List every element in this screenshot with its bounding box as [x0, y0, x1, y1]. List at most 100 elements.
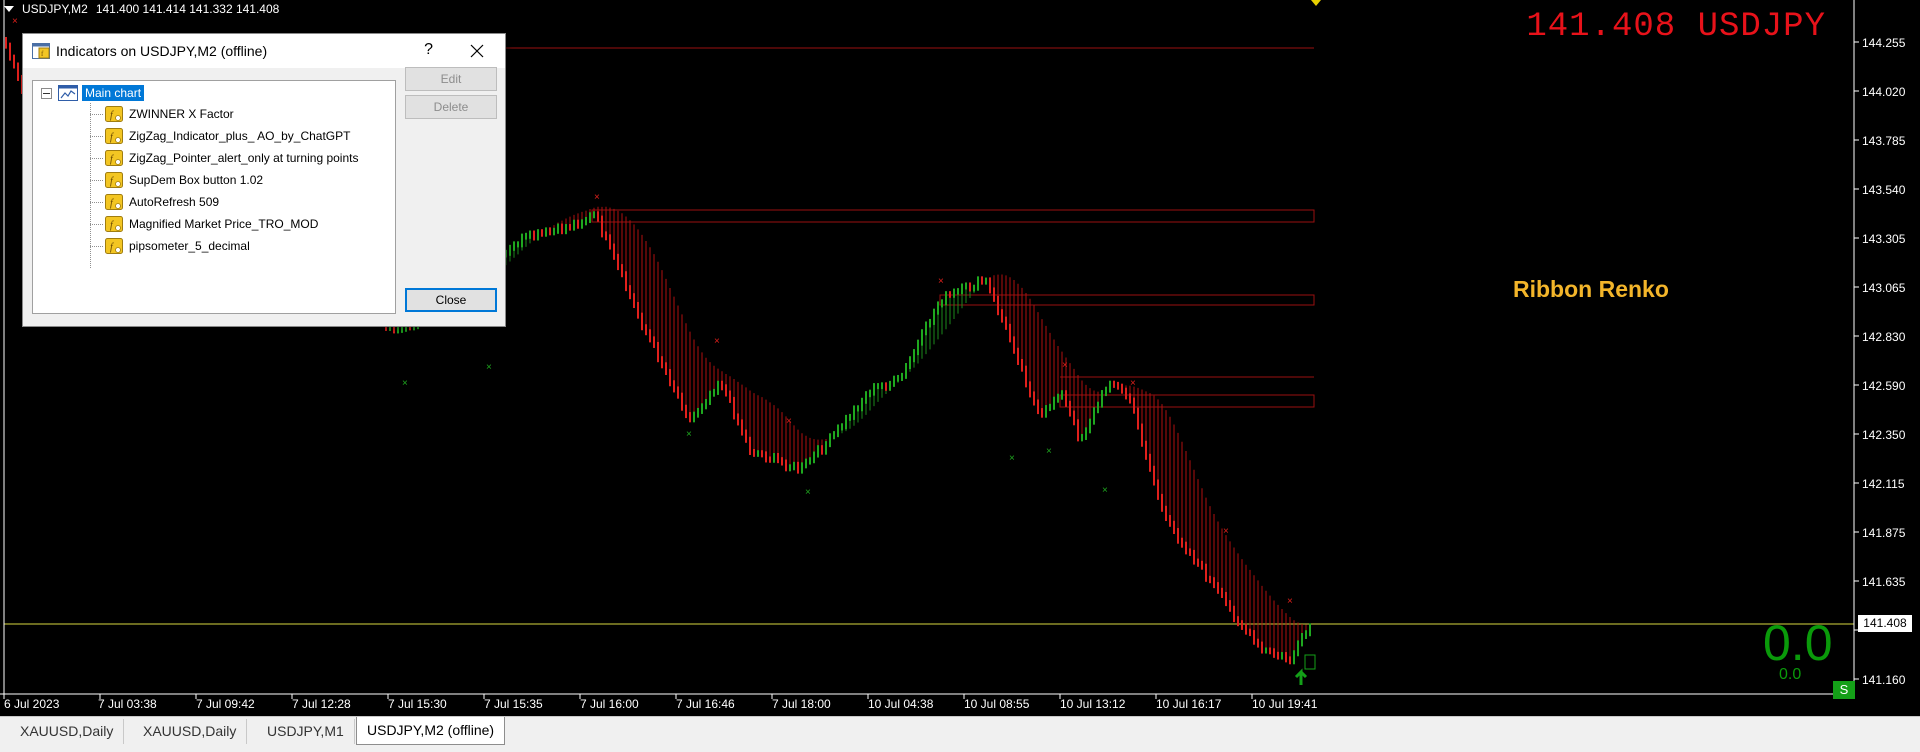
current-price-label: 141.408: [1858, 615, 1912, 632]
close-button[interactable]: Close: [405, 288, 497, 312]
sell-badge[interactable]: S: [1833, 681, 1855, 699]
indicator-item[interactable]: f AutoRefresh 509: [90, 193, 219, 211]
renko-brick: [917, 339, 919, 356]
renko-brick: [1141, 423, 1143, 447]
indicator-item[interactable]: f SupDem Box button 1.02: [90, 171, 263, 189]
renko-brick: [821, 445, 823, 455]
help-button[interactable]: ?: [424, 41, 433, 59]
renko-brick: [1265, 647, 1267, 654]
delete-button[interactable]: Delete: [405, 95, 497, 119]
indicator-item[interactable]: f ZigZag_Indicator_plus_ AO_by_ChatGPT: [90, 127, 350, 145]
zigzag-high-mark: ×: [594, 192, 600, 203]
renko-brick: [1081, 433, 1083, 442]
renko-brick: [617, 253, 619, 271]
tab-xauusd-daily-2[interactable]: XAUUSD,Daily: [133, 719, 248, 744]
renko-brick: [757, 450, 759, 457]
tab-usdjpy-m1[interactable]: USDJPY,M1: [257, 719, 355, 744]
renko-brick: [877, 383, 879, 390]
renko-brick: [573, 219, 575, 231]
magnified-price: 141.408 USDJPY: [1526, 8, 1826, 46]
renko-brick: [1269, 647, 1271, 655]
renko-brick: [977, 276, 979, 291]
renko-brick: [1065, 390, 1067, 407]
renko-brick: [677, 386, 679, 399]
renko-brick: [673, 380, 675, 393]
renko-brick: [1277, 651, 1279, 660]
price-tick-label: 142.590: [1862, 379, 1906, 393]
renko-brick: [773, 453, 775, 463]
zigzag-low-mark: ×: [486, 362, 492, 373]
tab-usdjpy-m2-offline[interactable]: USDJPY,M2 (offline): [356, 717, 506, 745]
renko-brick: [765, 451, 767, 463]
chart-ohlc: 141.400 141.414 141.332 141.408: [95, 2, 280, 16]
renko-brick: [1205, 563, 1207, 582]
chart-window-icon: [58, 85, 78, 101]
time-tick-label: 7 Jul 16:46: [676, 697, 735, 711]
renko-brick: [537, 229, 539, 241]
chart-tab-bar: XAUUSD,Daily XAUUSD,Daily USDJPY,M1 USDJ…: [0, 716, 1920, 752]
renko-brick: [513, 241, 515, 251]
time-tick-label: 7 Jul 09:42: [196, 697, 255, 711]
indicator-name: ZigZag_Indicator_plus_ AO_by_ChatGPT: [129, 129, 351, 143]
renko-brick: [1217, 582, 1219, 594]
indicator-function-icon: f: [105, 238, 123, 254]
indicator-item[interactable]: f Magnified Market Price_TRO_MOD: [90, 215, 318, 233]
renko-brick: [5, 37, 7, 49]
renko-brick: [1129, 393, 1131, 404]
close-icon[interactable]: [459, 37, 495, 65]
renko-brick: [665, 362, 667, 375]
renko-brick: [1113, 380, 1115, 388]
renko-brick: [853, 405, 855, 420]
time-tick-label: 10 Jul 19:41: [1252, 697, 1318, 711]
renko-brick: [689, 412, 691, 423]
indicators-dialog: f Indicators on USDJPY,M2 (offline) ? Ma…: [22, 33, 506, 327]
renko-brick: [565, 224, 567, 235]
zigzag-low-mark: ×: [1102, 485, 1108, 496]
renko-brick: [529, 230, 531, 239]
renko-brick: [1309, 623, 1311, 637]
tree-connector: [90, 179, 103, 181]
renko-brick: [1281, 652, 1283, 660]
zigzag-high-mark: ×: [938, 276, 944, 287]
edit-button[interactable]: Edit: [405, 67, 497, 91]
indicator-item[interactable]: f ZigZag_Pointer_alert_only at turning po…: [90, 149, 358, 167]
indicator-name: SupDem Box button 1.02: [129, 173, 264, 187]
renko-brick: [1121, 383, 1123, 394]
indicator-name: Magnified Market Price_TRO_MOD: [129, 217, 319, 231]
zigzag-high-mark: ×: [786, 416, 792, 427]
zigzag-low-mark: ×: [1009, 453, 1015, 464]
renko-brick: [1137, 407, 1139, 430]
indicator-function-icon: f: [105, 216, 123, 232]
tab-xauusd-daily-1[interactable]: XAUUSD,Daily: [10, 719, 125, 744]
renko-brick: [397, 326, 399, 334]
renko-brick: [1229, 600, 1231, 612]
renko-brick: [1101, 390, 1103, 408]
renko-brick: [1145, 440, 1147, 460]
indicator-function-icon: f: [105, 172, 123, 188]
renko-brick: [1033, 391, 1035, 406]
renko-brick: [605, 231, 607, 241]
pipsometer-value: 0.0: [1763, 615, 1833, 671]
renko-brick: [1169, 515, 1171, 527]
renko-brick: [1161, 493, 1163, 512]
dialog-title-bar[interactable]: f Indicators on USDJPY,M2 (offline) ?: [23, 34, 505, 68]
renko-brick: [533, 230, 535, 241]
chart-menu-triangle-icon[interactable]: [4, 6, 14, 12]
renko-brick: [801, 462, 803, 474]
zigzag-high-mark: ×: [714, 336, 720, 347]
zigzag-high-mark: ×: [1287, 596, 1293, 607]
renko-brick: [837, 424, 839, 438]
price-tick-label: 144.020: [1862, 85, 1906, 99]
tree-root-main-chart[interactable]: Main chart: [41, 85, 145, 101]
renko-brick: [729, 390, 731, 403]
collapse-icon[interactable]: [41, 87, 52, 99]
renko-brick: [661, 356, 663, 369]
renko-brick: [1293, 650, 1295, 665]
renko-brick: [649, 329, 651, 343]
renko-brick: [933, 308, 935, 325]
indicator-tree[interactable]: Main chart f ZWINNER X Factor f ZigZag_Indi…: [32, 80, 396, 314]
renko-brick: [589, 212, 591, 223]
indicator-item[interactable]: f ZWINNER X Factor: [90, 105, 234, 123]
indicator-item[interactable]: f pipsometer_5_decimal: [90, 237, 250, 255]
tree-root-label[interactable]: Main chart: [82, 85, 145, 101]
